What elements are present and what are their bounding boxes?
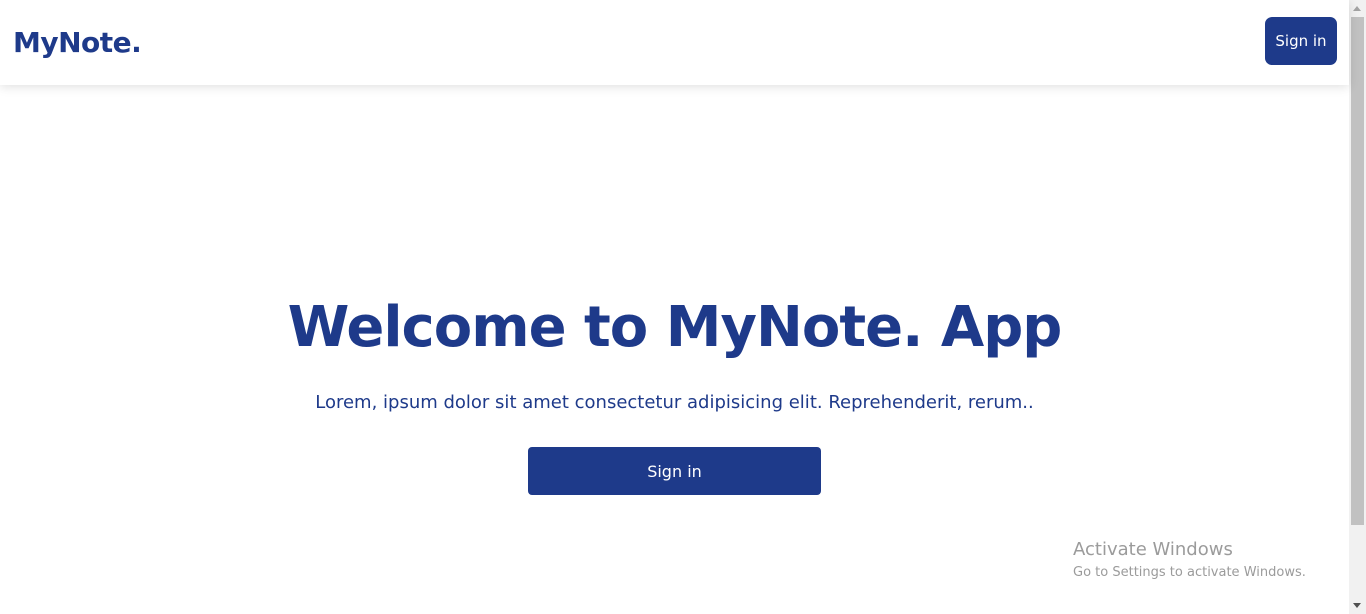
chevron-down-icon[interactable] [1349,597,1366,614]
hero-subtitle: Lorem, ipsum dolor sit amet consectetur … [315,392,1034,413]
vertical-scrollbar[interactable] [1349,0,1366,614]
nav-sign-in-button[interactable]: Sign in [1265,17,1337,65]
page: MyNote. Sign in Welcome to MyNote. App L… [0,0,1349,614]
chevron-up-icon[interactable] [1349,0,1366,17]
hero-section: Welcome to MyNote. App Lorem, ipsum dolo… [0,85,1349,614]
activate-windows-watermark: Activate Windows Go to Settings to activ… [1073,538,1306,583]
navbar: MyNote. Sign in [0,0,1349,85]
browser-viewport: MyNote. Sign in Welcome to MyNote. App L… [0,0,1366,614]
hero-sign-in-button[interactable]: Sign in [528,447,821,495]
hero-title: Welcome to MyNote. App [287,295,1063,360]
scrollbar-thumb[interactable] [1351,17,1364,525]
brand-logo[interactable]: MyNote. [13,24,142,62]
watermark-title: Activate Windows [1073,539,1233,560]
watermark-subtitle: Go to Settings to activate Windows. [1073,565,1306,580]
